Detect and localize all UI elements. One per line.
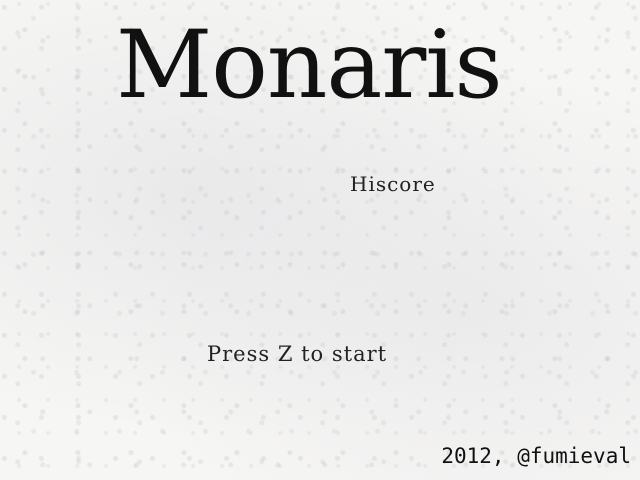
hiscore-label: Hiscore: [350, 172, 436, 196]
game-title: Monaris: [116, 11, 503, 120]
title-screen: Monaris Hiscore Press Z to start 2012, @…: [0, 0, 640, 480]
credit-text: 2012, @fumieval: [441, 444, 631, 468]
start-prompt: Press Z to start: [207, 342, 388, 366]
